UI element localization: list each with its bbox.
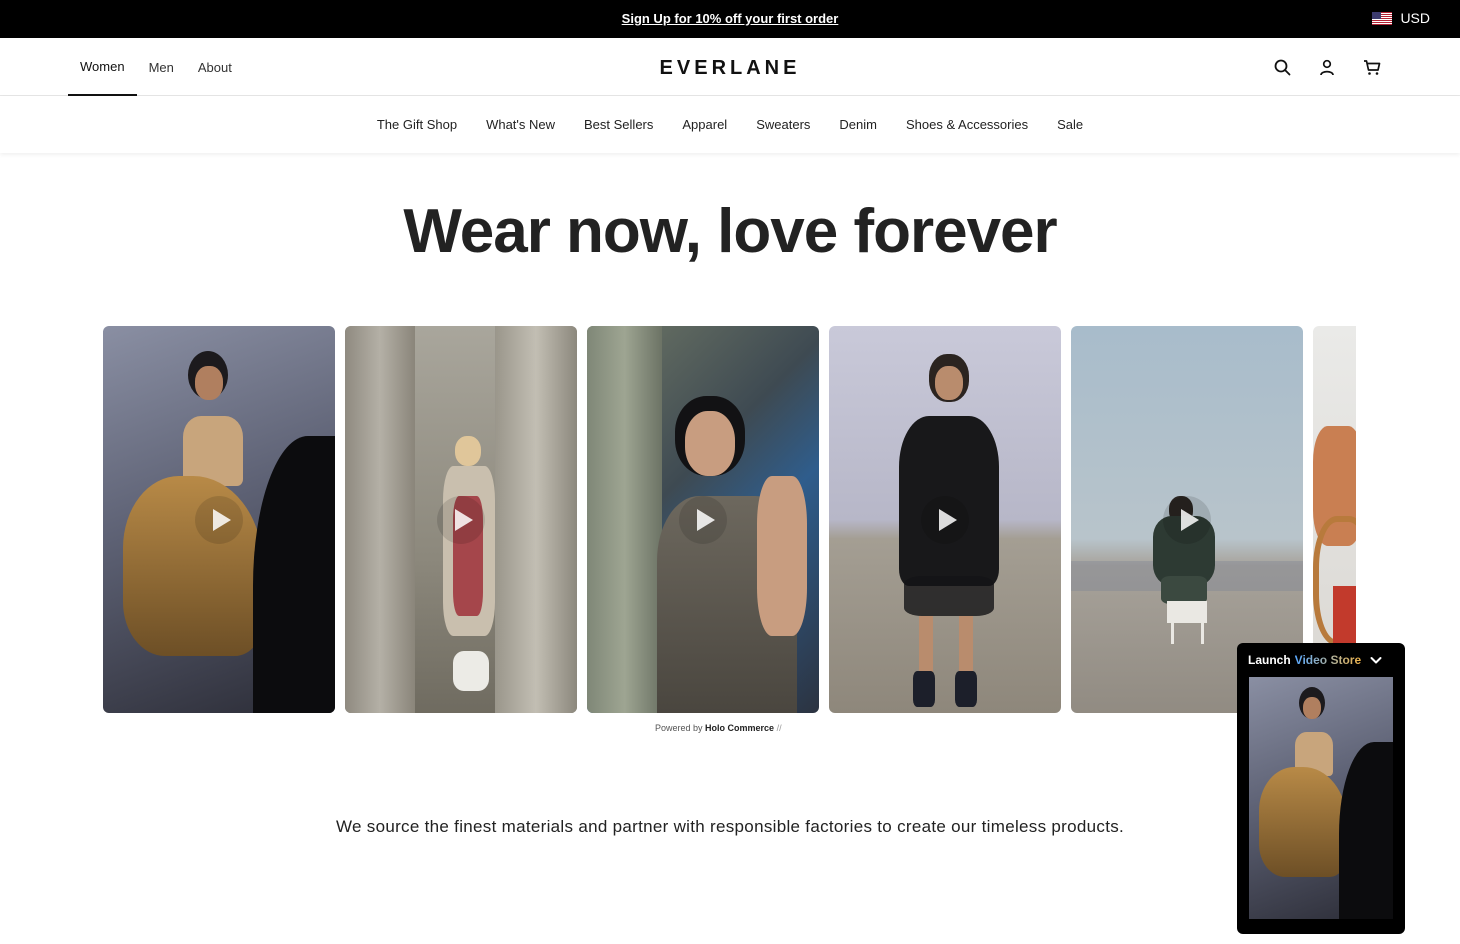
everlane-logo[interactable]: EVERLANE <box>0 57 1460 80</box>
main-header: Women Men About EVERLANE <box>0 38 1460 96</box>
play-icon[interactable] <box>195 495 243 544</box>
category-apparel[interactable]: Apparel <box>682 117 727 132</box>
category-best-sellers[interactable]: Best Sellers <box>584 117 653 132</box>
category-sale[interactable]: Sale <box>1057 117 1083 132</box>
play-icon[interactable] <box>437 495 485 544</box>
widget-accent-label: Video Store <box>1294 653 1362 667</box>
widget-video-preview[interactable] <box>1249 677 1393 919</box>
launch-video-store-button[interactable]: Launch Video Store <box>1248 653 1383 667</box>
play-icon[interactable] <box>679 495 727 544</box>
powered-suffix: // <box>776 723 782 733</box>
us-flag-icon <box>1372 11 1393 25</box>
video-card-4[interactable] <box>829 326 1061 713</box>
cart-icon[interactable] <box>1362 57 1382 77</box>
currency-label: USD <box>1400 10 1430 26</box>
video-store-widget[interactable]: Launch Video Store <box>1237 643 1405 934</box>
chevron-down-icon <box>1370 657 1382 664</box>
account-icon[interactable] <box>1317 57 1337 77</box>
promo-bar: Sign Up for 10% off your first order USD <box>0 0 1460 38</box>
currency-selector[interactable]: USD <box>1372 10 1430 26</box>
powered-brand: Holo Commerce <box>705 723 775 733</box>
category-gift-shop[interactable]: The Gift Shop <box>377 117 457 132</box>
signup-promo-link[interactable]: Sign Up for 10% off your first order <box>0 11 1460 26</box>
hero-title: Wear now, love forever <box>403 197 1057 266</box>
category-sweaters[interactable]: Sweaters <box>756 117 810 132</box>
category-whats-new[interactable]: What's New <box>486 117 555 132</box>
category-denim[interactable]: Denim <box>839 117 877 132</box>
video-card-2[interactable] <box>345 326 577 713</box>
play-icon[interactable] <box>1163 495 1211 544</box>
search-icon[interactable] <box>1272 57 1292 77</box>
play-icon[interactable] <box>921 495 969 544</box>
widget-launch-label: Launch <box>1248 653 1291 667</box>
category-nav: The Gift Shop What's New Best Sellers Ap… <box>0 96 1460 153</box>
powered-by-credit[interactable]: Powered by Holo Commerce // <box>655 723 782 733</box>
video-carousel[interactable] <box>103 326 1356 714</box>
header-actions <box>1272 57 1382 77</box>
powered-prefix: Powered by <box>655 723 703 733</box>
category-shoes-accessories[interactable]: Shoes & Accessories <box>906 117 1028 132</box>
video-card-1[interactable] <box>103 326 335 713</box>
video-card-3[interactable] <box>587 326 819 713</box>
